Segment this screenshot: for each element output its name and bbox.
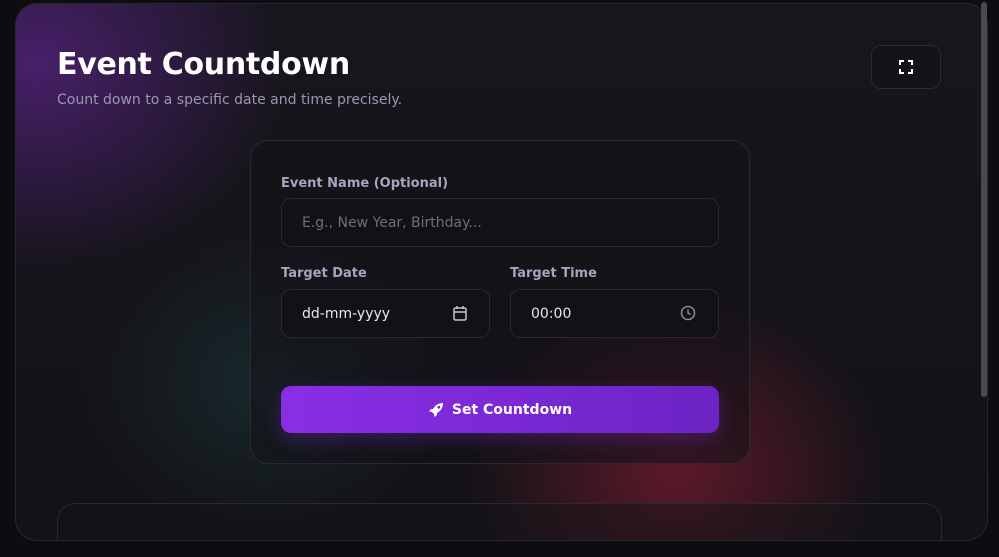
target-date-value: dd-mm-yyyy bbox=[302, 305, 391, 322]
event-name-input[interactable]: E.g., New Year, Birthday... bbox=[281, 198, 719, 247]
rocket-icon bbox=[428, 402, 443, 417]
countdown-form: Event Name (Optional) E.g., New Year, Bi… bbox=[250, 140, 750, 464]
event-name-label: Event Name (Optional) bbox=[281, 176, 449, 191]
page: Event Countdown Count down to a specific… bbox=[0, 0, 999, 557]
event-name-placeholder: E.g., New Year, Birthday... bbox=[302, 214, 482, 231]
clock-icon[interactable] bbox=[680, 305, 696, 325]
target-time-label: Target Time bbox=[510, 266, 597, 281]
countdown-display-panel bbox=[57, 503, 942, 540]
fullscreen-button[interactable] bbox=[871, 45, 941, 89]
set-countdown-button[interactable]: Set Countdown bbox=[281, 386, 719, 433]
calendar-icon[interactable] bbox=[453, 305, 467, 325]
target-date-label: Target Date bbox=[281, 266, 367, 281]
scrollbar-thumb[interactable] bbox=[981, 2, 987, 397]
set-countdown-label: Set Countdown bbox=[451, 401, 573, 418]
page-subtitle: Count down to a specific date and time p… bbox=[57, 92, 403, 108]
target-time-value: 00:00 bbox=[531, 305, 572, 322]
page-title: Event Countdown bbox=[57, 47, 350, 82]
target-time-input[interactable]: 00:00 bbox=[510, 289, 719, 338]
target-date-input[interactable]: dd-mm-yyyy bbox=[281, 289, 490, 338]
main-card: Event Countdown Count down to a specific… bbox=[15, 3, 988, 541]
fullscreen-icon bbox=[899, 60, 913, 74]
